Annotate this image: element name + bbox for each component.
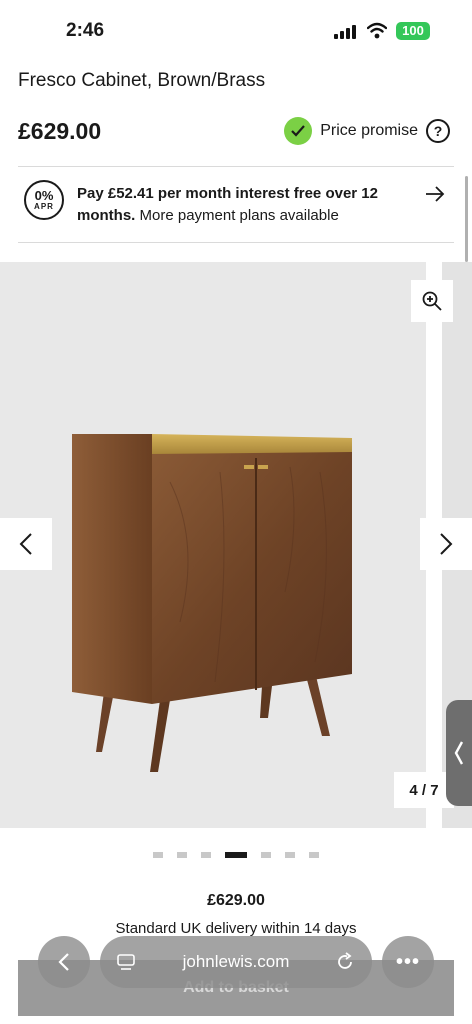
chevron-left-icon [454,741,464,765]
address-bar[interactable]: johnlewis.com [100,936,372,988]
product-image-gallery[interactable]: 4 / 7 [0,262,472,828]
pagination-dot[interactable] [309,852,319,858]
pagination-dot[interactable] [261,852,271,858]
battery-icon: 100 [396,22,430,40]
finance-text: Pay £52.41 per month interest free over … [77,183,407,227]
finance-banner[interactable]: 0% APR Pay £52.41 per month interest fre… [18,168,454,242]
product-price: £629.00 [18,118,102,144]
cellular-signal-icon [334,25,360,39]
pagination-dot[interactable] [153,852,163,858]
apr-label: APR [34,202,54,211]
pagination-dot-active[interactable] [225,852,247,858]
gallery-pagination [0,850,472,860]
pagination-dot[interactable] [201,852,211,858]
pagination-dot[interactable] [177,852,187,858]
summary-price: £629.00 [207,892,265,909]
next-image-button[interactable] [420,518,472,570]
more-options-button[interactable]: ••• [382,936,434,988]
apr-badge-icon: 0% APR [24,180,64,220]
divider [18,242,454,243]
wifi-icon [367,22,387,39]
price-promise-label: Price promise [320,122,418,139]
previous-image-button[interactable] [0,518,52,570]
browser-back-button[interactable] [38,936,90,988]
chevron-left-icon [19,533,32,555]
help-icon[interactable]: ? [426,119,450,143]
product-image [0,262,426,828]
side-panel-tab[interactable] [446,700,472,806]
apr-percent: 0% [34,188,54,203]
price-promise[interactable]: Price promise ? [284,117,450,145]
clock: 2:46 [66,20,105,41]
chevron-right-icon [440,533,453,555]
chevron-left-icon [58,953,69,971]
status-bar: 2:46 100 [0,0,472,64]
browser-toolbar: johnlewis.com ••• [0,930,472,1000]
arrow-right-icon[interactable] [424,184,446,204]
reload-icon[interactable] [334,951,356,973]
scroll-indicator[interactable] [465,176,468,262]
pagination-dot[interactable] [285,852,295,858]
zoom-in-icon [422,291,442,311]
zoom-button[interactable] [411,280,453,322]
divider [18,166,454,167]
finance-more: More payment plans available [135,207,339,224]
checkmark-badge-icon [284,117,313,145]
product-title: Fresco Cabinet, Brown/Brass [18,70,266,91]
image-counter: 4 / 7 [394,772,454,808]
url-text: johnlewis.com [182,952,290,971]
